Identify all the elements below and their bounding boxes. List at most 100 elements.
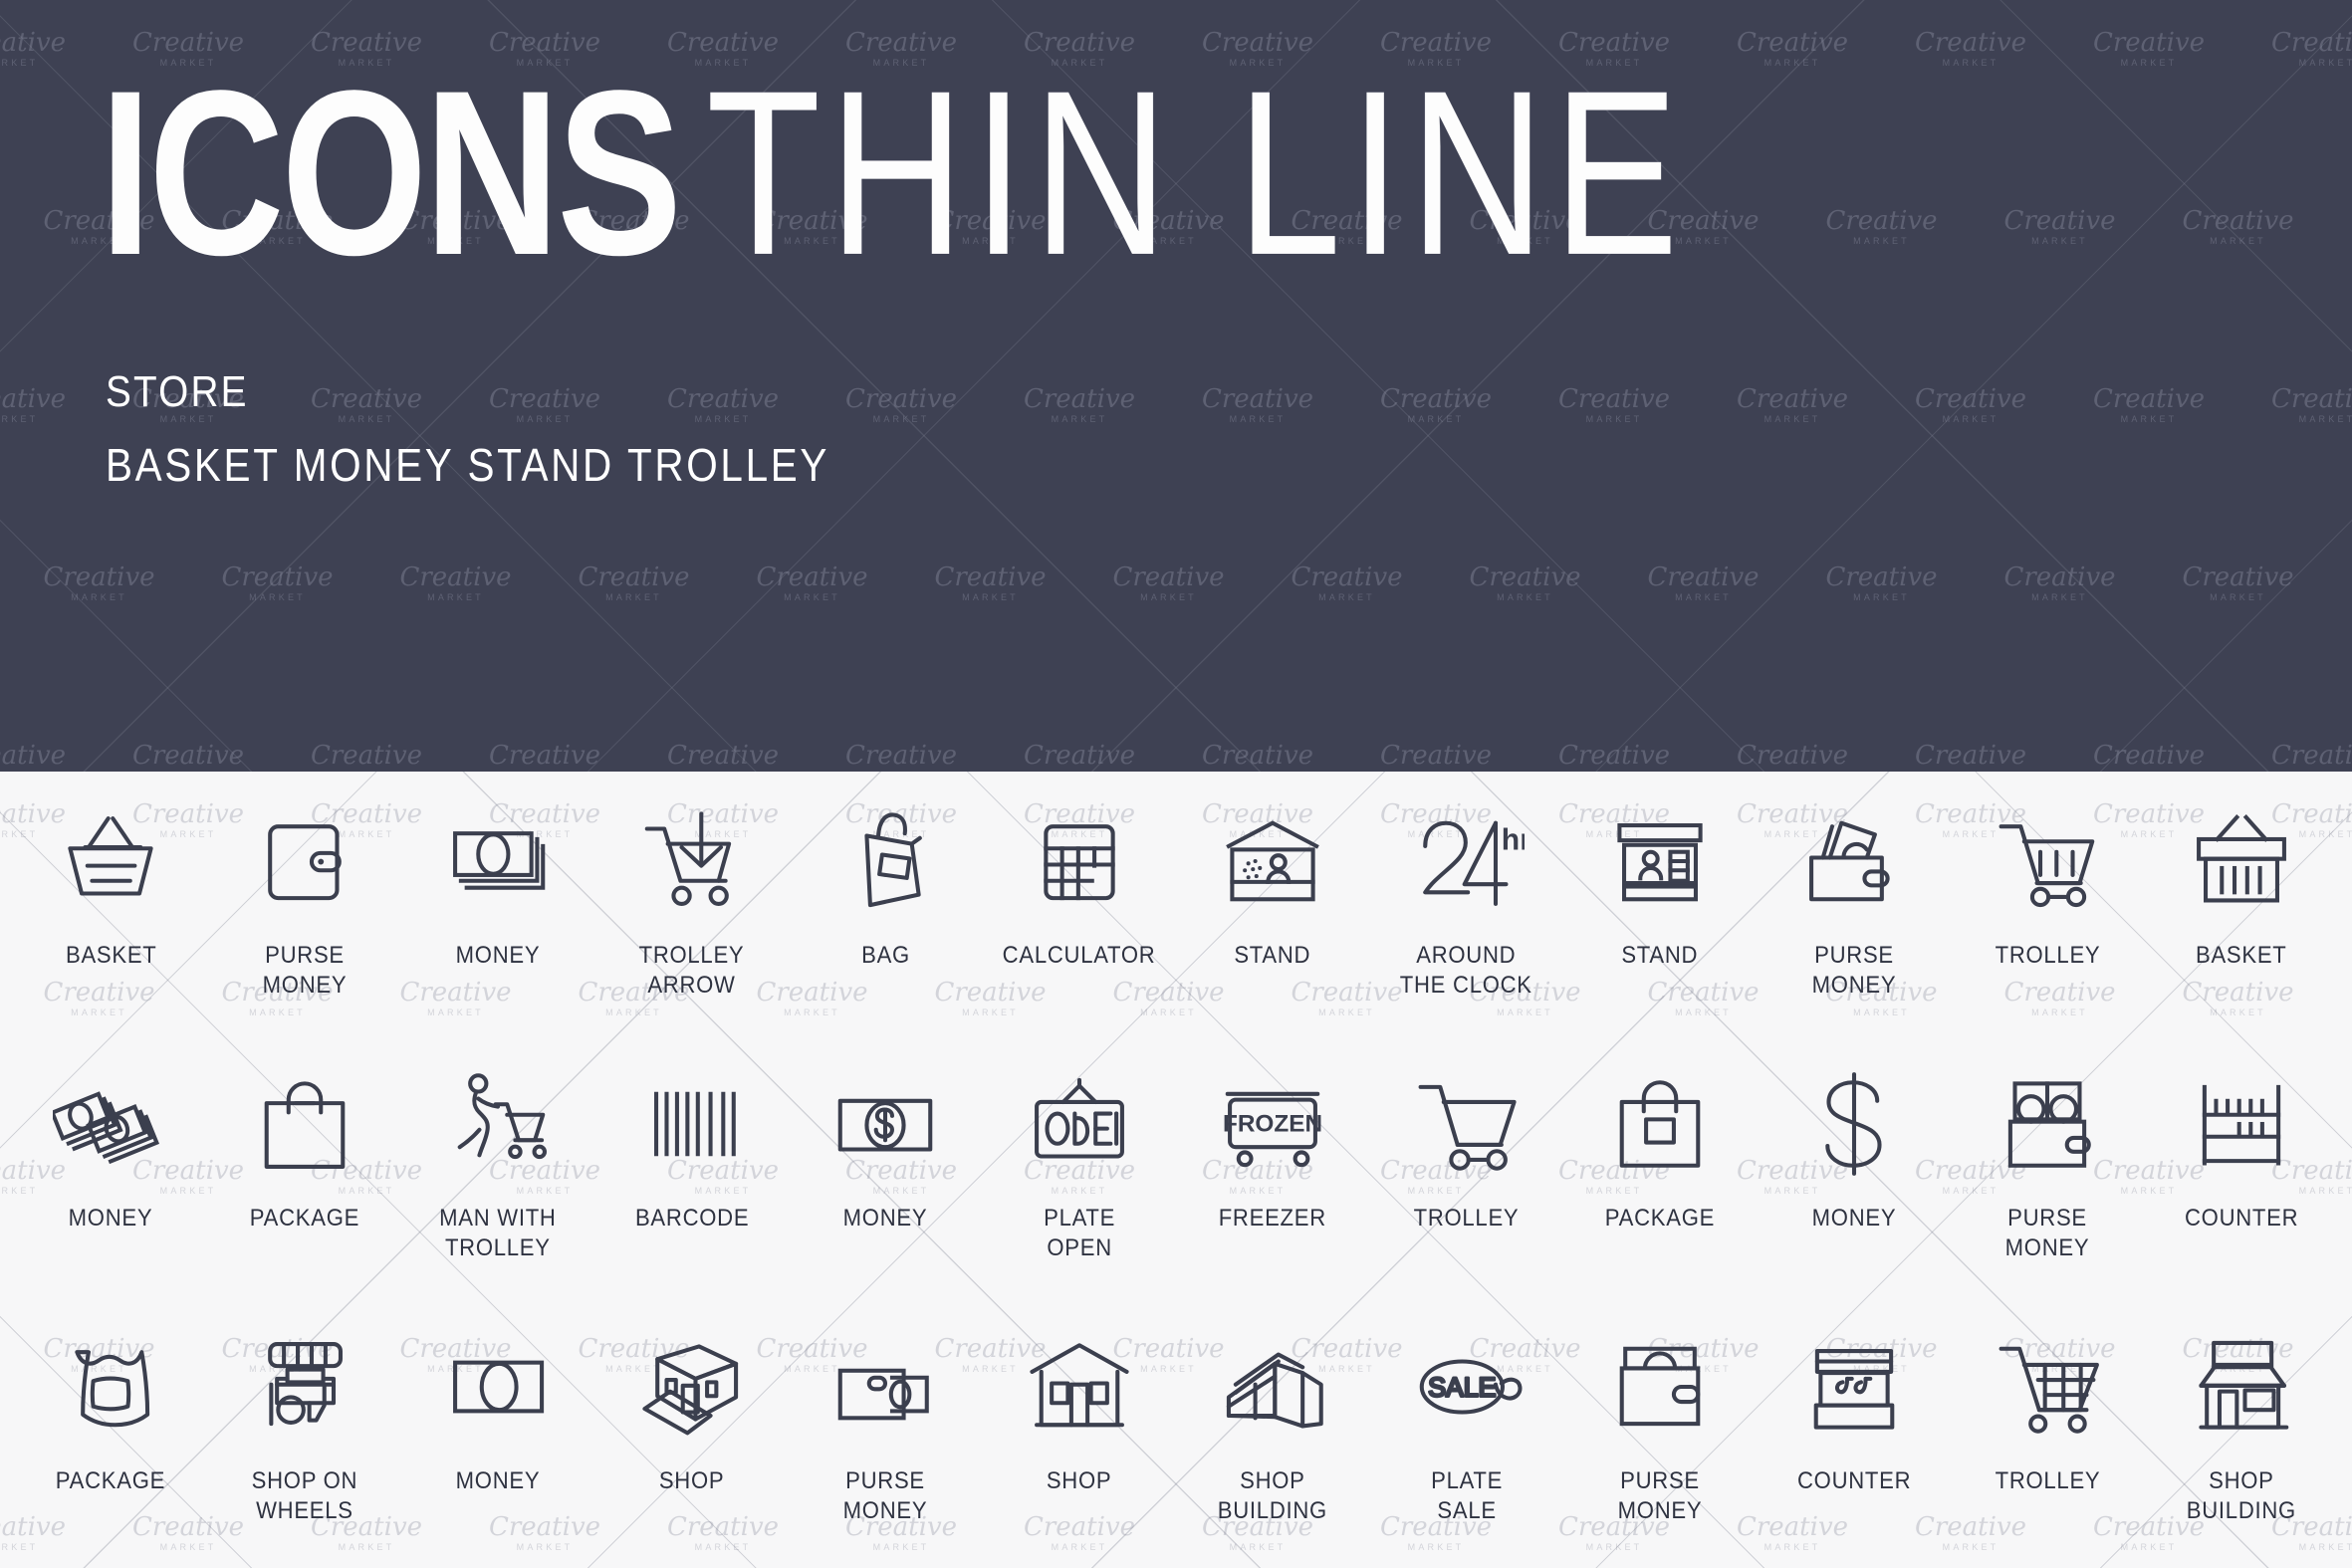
icon-cell[interactable]: STAND [1563,780,1758,1042]
watermark-text: CreativeMARKET [1201,384,1314,424]
icon-label: BARCODE [634,1205,749,1232]
dollar-banknote-icon [827,1058,943,1190]
icon-cell[interactable]: SALE PLATE SALE [1370,1305,1564,1568]
watermark-text: CreativeMARKET [399,562,512,602]
icon-cell[interactable]: PURSE MONEY [1951,1042,2145,1305]
watermark-text: CreativeMARKET [2270,28,2352,68]
watermark-text: CreativeMARKET [1469,562,1581,602]
icon-cell[interactable]: COUNTER [2145,1042,2339,1305]
icon-cell[interactable]: SHOP [595,1305,790,1568]
icon-label: SHOP BUILDING [2186,1467,2296,1524]
icon-label: PACKAGE [56,1467,166,1494]
icon-label: FREEZER [1219,1205,1327,1232]
icon-label: PURSE MONEY [1617,1467,1703,1524]
icon-cell[interactable]: PACKAGE [14,1305,208,1568]
icon-label: SHOP [658,1467,725,1494]
barcode-icon [634,1058,750,1190]
icon-cell[interactable]: STAND [1176,780,1370,1042]
watermark-text: CreativeMARKET [310,741,423,772]
icon-cell[interactable]: MONEY [789,1042,983,1305]
open-sign-icon [1022,1058,1137,1190]
watermark-text: CreativeMARKET [1023,384,1136,424]
man-pushing-trolley-icon [440,1058,556,1190]
watermark-text: CreativeMARKET [2003,206,2116,246]
plastic-bag-icon [53,1321,168,1453]
watermark-text: CreativeMARKET [2270,741,2352,772]
icon-label: PURSE MONEY [2004,1205,2090,1261]
shopping-bag-handle-icon [247,1058,362,1190]
shop-isometric-icon [634,1321,750,1453]
trolley-grid-icon [1990,1321,2105,1453]
icon-cell[interactable]: SHOP [983,1305,1177,1568]
title-bold-word: ICONS [100,42,682,305]
icon-cell[interactable]: MONEY [401,780,595,1042]
icon-cell[interactable]: PLATE OPEN [983,1042,1177,1305]
icon-cell[interactable]: MAN WITH TROLLEY [401,1042,595,1305]
icon-label: PLATE SALE [1430,1467,1503,1524]
title-thin-word: THIN LINE [706,42,1688,305]
icon-cell[interactable]: MONEY [1758,1042,1952,1305]
icon-cell[interactable]: BAG [789,780,983,1042]
icon-cell[interactable]: MONEY [14,1042,208,1305]
icon-cell[interactable]: PACKAGE [1563,1042,1758,1305]
icon-label: PURSE MONEY [1811,942,1897,999]
watermark-text: CreativeMARKET [1647,562,1760,602]
frozen-freezer-icon: FROZEN [1215,1058,1330,1190]
watermark-text: CreativeMARKET [0,28,67,68]
watermark-text: CreativeMARKET [1557,741,1671,772]
watermark-text: CreativeMARKET [43,562,155,602]
watermark-text: CreativeMARKET [934,562,1047,602]
icon-cell[interactable]: COUNTER [1758,1305,1952,1568]
icon-label: STAND [1234,942,1311,969]
icon-label: PACKAGE [1605,1205,1716,1232]
icon-cell[interactable]: TROLLEY [1370,1042,1564,1305]
icon-cell[interactable]: PACKAGE [208,1042,402,1305]
icon-cell[interactable]: SHOP BUILDING [2145,1305,2339,1568]
subtitle-category: STORE [106,367,249,416]
icon-label: MONEY [842,1205,928,1232]
icon-cell[interactable]: FROZEN FREEZER [1176,1042,1370,1305]
icon-cell[interactable]: BARCODE [595,1042,790,1305]
calculator-icon [1022,795,1137,927]
wallet-bag-icon [1602,1321,1718,1453]
shopping-cart-filled-icon [1990,795,2105,927]
icon-cell[interactable]: MONEY [401,1305,595,1568]
svg-text:SALE: SALE [1428,1372,1496,1402]
icon-label: CALCULATOR [1002,942,1156,969]
watermark-text: CreativeMARKET [1914,384,2027,424]
wallet-with-bills-icon [1796,795,1912,927]
watermark-text: CreativeMARKET [0,741,67,772]
icon-label: SHOP ON WHEELS [251,1467,358,1524]
icon-cell[interactable]: PURSE MONEY [1758,780,1952,1042]
icon-cell[interactable]: PURSE MONEY [1563,1305,1758,1568]
storefront-awning-icon [2184,1321,2299,1453]
svg-text:hrs: hrs [1502,823,1525,856]
watermark-text: CreativeMARKET [0,384,67,424]
icon-cell[interactable]: TROLLEY [1951,780,2145,1042]
icon-cell[interactable]: CALCULATOR [983,780,1177,1042]
watermark-text: CreativeMARKET [2092,741,2206,772]
dollar-sign-icon [1796,1058,1912,1190]
icon-cell[interactable]: SHOP ON WHEELS [208,1305,402,1568]
icon-cell[interactable]: SHOP BUILDING [1176,1305,1370,1568]
subtitle-block: STORE BASKET MONEY STAND TROLLEY [106,367,928,489]
watermark-text: CreativeMARKET [756,562,868,602]
icon-cell[interactable]: TROLLEY [1951,1305,2145,1568]
icon-cell[interactable]: TROLLEY ARROW [595,780,790,1042]
icon-label: MONEY [1811,1205,1897,1232]
icon-cell[interactable]: PURSE MONEY [208,780,402,1042]
icon-grid: BASKET PURSE MONEY MONEY TROLLEY ARROW BAG CA… [0,772,2352,1568]
icon-cell[interactable]: hrs AROUND THE CLOCK [1370,780,1564,1042]
icon-label: AROUND THE CLOCK [1400,942,1533,999]
icon-label: MONEY [455,942,541,969]
icon-label: MAN WITH TROLLEY [439,1205,558,1261]
icon-cell[interactable]: BASKET [2145,780,2339,1042]
modern-building-icon [1215,1321,1330,1453]
watermark-text: CreativeMARKET [1914,741,2027,772]
icon-cell[interactable]: BASKET [14,780,208,1042]
watermark-text: CreativeMARKET [1825,562,1938,602]
icon-cell[interactable]: PURSE MONEY [789,1305,983,1568]
food-cart-icon [247,1321,362,1453]
watermark-text: CreativeMARKET [488,741,601,772]
shopping-cart-empty-icon [1409,1058,1525,1190]
